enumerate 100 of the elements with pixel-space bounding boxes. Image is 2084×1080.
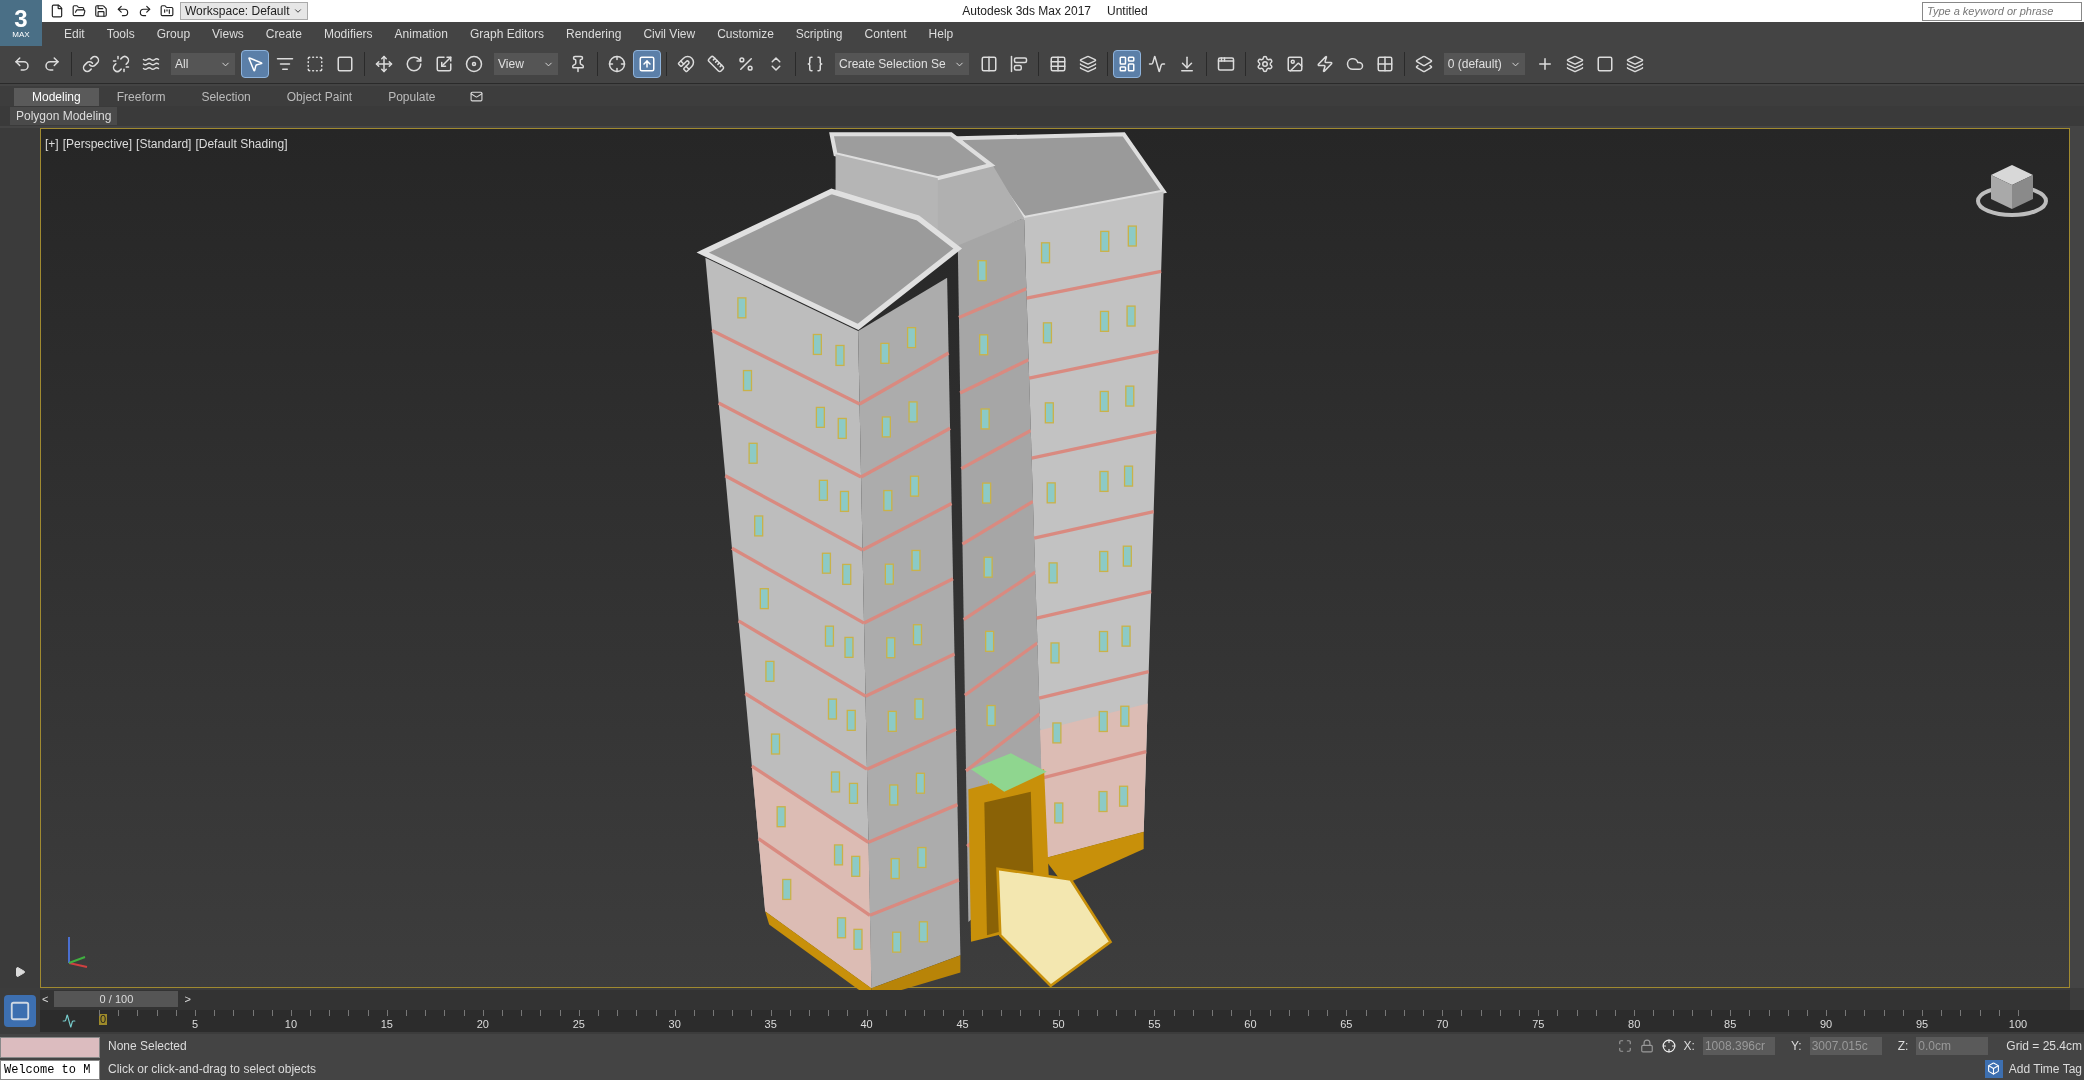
menu-item[interactable]: Customize <box>717 25 774 43</box>
selection-bracket-icon[interactable] <box>1617 1038 1632 1053</box>
layers-icon <box>1414 55 1433 74</box>
move-icon <box>375 55 393 74</box>
menu-item[interactable]: Rendering <box>566 25 622 43</box>
toolbar-button[interactable] <box>633 50 661 79</box>
viewport-label[interactable]: [Perspective] <box>62 134 133 153</box>
frame-tick-label: 50 <box>1052 1019 1065 1031</box>
coordinate-label: X: <box>1683 1037 1695 1055</box>
viewport-toggle-button[interactable] <box>4 995 36 1028</box>
frame-counter[interactable]: 0 / 100 <box>54 991 179 1008</box>
new-file-icon[interactable] <box>50 4 64 18</box>
play-icon[interactable] <box>14 966 26 979</box>
save-icon[interactable] <box>94 4 108 18</box>
toolbar-button[interactable] <box>241 50 269 79</box>
frame-tick-label: 85 <box>1724 1019 1737 1031</box>
scale-icon <box>435 55 453 74</box>
frame-tick-label: 60 <box>1244 1019 1257 1031</box>
crosshair-icon <box>608 55 626 74</box>
ribbon-tab[interactable]: Freeform <box>98 87 184 106</box>
prompt-text: Click or click-and-drag to select objects <box>108 1060 318 1078</box>
image-icon <box>1285 55 1304 74</box>
app-logo[interactable]: 3 MAX <box>0 0 42 46</box>
menu-item[interactable]: Civil View <box>643 25 696 43</box>
dashed-square-icon <box>306 55 324 74</box>
ribbon-tab[interactable]: Populate <box>370 87 454 106</box>
lightning-icon <box>1315 55 1334 74</box>
panel-label[interactable]: Polygon Modeling <box>10 106 118 125</box>
ribbon-tab[interactable]: Selection <box>183 87 269 106</box>
listener-output[interactable]: Welcome to M <box>0 1060 100 1080</box>
workspace-dropdown[interactable]: Workspace: Default <box>180 2 308 20</box>
menu-item[interactable]: Modifiers <box>323 25 373 43</box>
toolbar-button[interactable] <box>1112 50 1141 79</box>
align-icon <box>1009 55 1028 74</box>
frame-tick-label: 0 <box>99 1014 108 1026</box>
table-icon <box>1048 55 1067 74</box>
frame-tick-label: 45 <box>956 1019 969 1031</box>
redo-icon[interactable] <box>138 4 152 18</box>
previous-frame-button[interactable]: < <box>40 991 51 1008</box>
link-icon <box>82 55 100 74</box>
square-icon <box>1595 55 1614 74</box>
time-tag-label[interactable]: Add Time Tag <box>2008 1059 2082 1078</box>
menu-item[interactable]: Edit <box>64 25 85 43</box>
frame-tick-label: 80 <box>1628 1019 1641 1031</box>
caret-icon <box>293 6 303 16</box>
lock-icon[interactable] <box>1639 1038 1654 1053</box>
folder-icon[interactable] <box>72 4 86 18</box>
menu-item[interactable]: Create <box>265 25 302 43</box>
toolbar-dropdown[interactable]: All <box>171 53 235 76</box>
rotate-icon <box>405 55 423 74</box>
square-icon <box>9 1000 31 1023</box>
undo-icon <box>13 55 31 74</box>
menu-item[interactable]: Group <box>156 25 191 43</box>
viewport-label[interactable]: [+] <box>45 134 59 153</box>
viewport-label[interactable]: [Standard] <box>136 134 192 153</box>
menu-item[interactable]: Help <box>928 25 954 43</box>
menu-item[interactable]: Tools <box>106 25 135 43</box>
ribbon-tab[interactable]: Modeling <box>14 87 99 106</box>
braces-icon <box>806 55 824 74</box>
menu-item[interactable]: Scripting <box>795 25 843 43</box>
frame-tick-label: 65 <box>1340 1019 1353 1031</box>
panel-icon <box>1117 55 1136 74</box>
layers-icon <box>1565 55 1584 74</box>
frame-tick-label: 10 <box>284 1019 297 1031</box>
disc-icon <box>465 55 483 74</box>
coordinate-label: Z: <box>1897 1037 1909 1055</box>
pin-icon <box>569 55 587 74</box>
undo-icon[interactable] <box>116 4 130 18</box>
ribbon-tab[interactable]: Object Paint <box>268 87 371 106</box>
search-field[interactable]: Type a keyword or phrase <box>1922 1 2082 21</box>
toolbar-dropdown[interactable]: View <box>494 53 558 76</box>
toolbar-dropdown[interactable]: 0 (default) <box>1443 53 1525 76</box>
curve-icon[interactable] <box>61 1014 76 1029</box>
menu-item[interactable]: Content <box>864 25 907 43</box>
layers-icon <box>1078 55 1097 74</box>
time-slider-track[interactable]: < 0 / 100 > <box>40 990 2070 1011</box>
toolbar-dropdown[interactable]: Create Selection Se <box>835 53 969 76</box>
frame-tick-label: 30 <box>668 1019 681 1031</box>
ruler-icon <box>707 55 725 74</box>
mirror-icon <box>979 55 998 74</box>
cube-icon[interactable] <box>1987 1062 2001 1075</box>
coordinate-label: Y: <box>1790 1037 1802 1055</box>
percent-icon <box>737 55 755 74</box>
project-folder-icon[interactable] <box>160 4 174 18</box>
frame-tick-label: 70 <box>1436 1019 1449 1031</box>
viewport-label[interactable]: [Default Shading] <box>195 134 288 153</box>
frame-tick-label: 20 <box>476 1019 489 1031</box>
listener-field[interactable] <box>0 1037 100 1058</box>
transform-mode-icon[interactable] <box>1661 1038 1676 1053</box>
menu-item[interactable]: Views <box>212 25 244 43</box>
viewport[interactable]: [+] [Perspective] [Standard] [Default Shading] <box>40 127 2070 989</box>
grid-icon <box>1375 55 1394 74</box>
frame-tick-label: 5 <box>191 1019 198 1031</box>
menu-item[interactable]: Graph Editors <box>469 25 544 43</box>
envelope-icon[interactable] <box>469 89 483 103</box>
grid-size: Grid = 25.4cm <box>2006 1037 2082 1055</box>
menu-item[interactable]: Animation <box>394 25 448 43</box>
next-frame-button[interactable]: > <box>182 991 193 1008</box>
arrow-square-icon <box>638 55 656 74</box>
frame-tick-label: 15 <box>380 1019 393 1031</box>
